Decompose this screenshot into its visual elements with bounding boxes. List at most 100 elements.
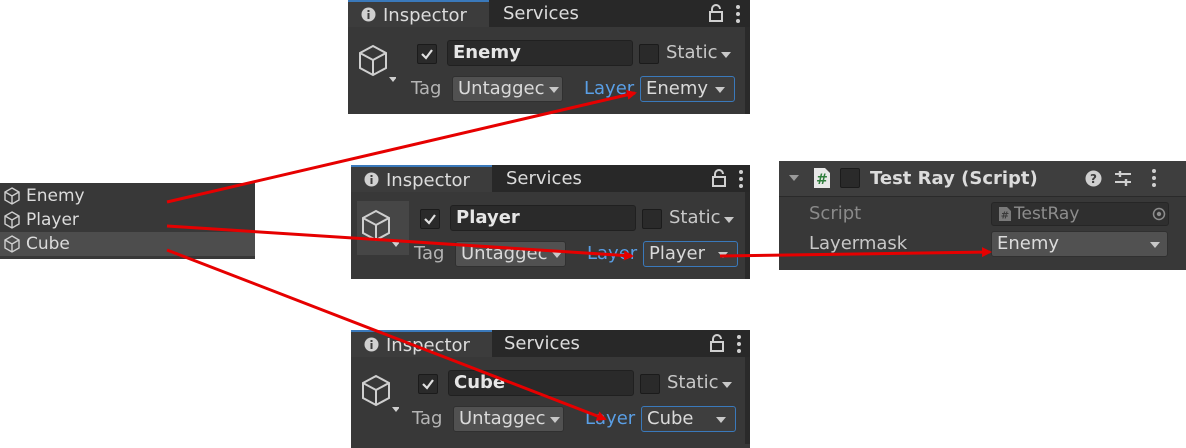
script-reference-field[interactable]: # TestRay xyxy=(991,202,1169,226)
tag-label: Tag xyxy=(411,78,442,99)
hierarchy-item-player[interactable]: Player xyxy=(0,208,255,232)
script-component-panel: # Test Ray (Script) ? Script # TestRay L… xyxy=(779,161,1186,270)
layer-label: Layer xyxy=(587,243,638,264)
static-dropdown-arrow-icon[interactable] xyxy=(724,217,734,223)
layer-label: Layer xyxy=(585,408,636,429)
checkmark-icon xyxy=(421,49,433,60)
lock-icon[interactable] xyxy=(711,169,727,187)
lock-icon[interactable] xyxy=(708,4,724,22)
chevron-down-icon xyxy=(715,87,725,93)
lock-icon[interactable] xyxy=(709,334,725,352)
static-label: Static xyxy=(667,372,719,393)
info-icon xyxy=(364,172,379,187)
script-hash-icon: # xyxy=(999,207,1011,222)
kebab-menu-icon[interactable] xyxy=(738,170,744,188)
layermask-label: Layermask xyxy=(809,233,908,254)
active-checkbox[interactable] xyxy=(417,44,437,64)
info-icon xyxy=(364,337,379,352)
inspector-tab-bar: Inspector Services xyxy=(351,165,750,192)
tag-label: Tag xyxy=(412,408,443,429)
hierarchy-item-label: Player xyxy=(26,210,79,230)
chevron-down-icon xyxy=(550,417,560,423)
gameobject-cube-icon[interactable] xyxy=(359,205,399,249)
tab-inspector[interactable]: Inspector xyxy=(351,330,492,357)
chevron-down-icon xyxy=(549,87,559,93)
static-checkbox[interactable] xyxy=(640,374,660,394)
active-checkbox[interactable] xyxy=(420,209,440,229)
tab-inspector-label: Inspector xyxy=(386,170,470,191)
tag-dropdown-value: Untaggec xyxy=(458,78,545,99)
preset-settings-icon[interactable] xyxy=(1114,170,1132,187)
svg-text:#: # xyxy=(1001,211,1009,222)
hierarchy-panel: Enemy Player Cube xyxy=(0,183,255,259)
tab-services[interactable]: Services xyxy=(506,168,582,189)
static-label: Static xyxy=(666,42,718,63)
layer-dropdown-value: Player xyxy=(649,243,706,264)
layer-dropdown-value: Cube xyxy=(647,408,694,429)
scrollbar[interactable] xyxy=(745,357,750,444)
hierarchy-item-enemy[interactable]: Enemy xyxy=(0,184,255,208)
layer-label: Layer xyxy=(584,78,635,99)
chevron-down-icon xyxy=(716,417,726,423)
gameobject-cube-icon xyxy=(4,235,20,253)
chevron-down-icon xyxy=(1150,242,1160,248)
layermask-dropdown-value: Enemy xyxy=(997,233,1060,254)
inspector-tab-bar: Inspector Services xyxy=(348,0,750,27)
layer-dropdown[interactable]: Player xyxy=(643,241,738,267)
active-checkbox[interactable] xyxy=(418,374,438,394)
chevron-down-icon xyxy=(552,252,562,258)
gameobject-cube-icon xyxy=(359,44,396,82)
static-dropdown-arrow-icon[interactable] xyxy=(722,382,732,388)
kebab-menu-icon[interactable] xyxy=(736,335,742,353)
object-picker-icon[interactable] xyxy=(1152,207,1166,221)
component-header[interactable]: # Test Ray (Script) ? xyxy=(779,161,1186,197)
object-name-field[interactable]: Player xyxy=(450,205,636,231)
info-icon xyxy=(361,7,376,22)
hierarchy-item-label: Enemy xyxy=(26,186,85,206)
script-field-label: Script xyxy=(809,203,862,224)
hierarchy-item-cube[interactable]: Cube xyxy=(0,232,255,256)
kebab-menu-icon[interactable] xyxy=(1151,169,1157,187)
layer-dropdown[interactable]: Cube xyxy=(641,406,736,432)
inspector-tab-bar: Inspector Services xyxy=(351,330,750,357)
tab-services[interactable]: Services xyxy=(504,333,580,354)
layermask-dropdown[interactable]: Enemy xyxy=(991,231,1168,257)
kebab-menu-icon[interactable] xyxy=(735,5,741,23)
tab-services[interactable]: Services xyxy=(503,3,579,24)
inspector-panel-player: Inspector Services Player Static Tag Unt… xyxy=(351,165,750,279)
gameobject-cube-icon xyxy=(362,374,399,412)
gameobject-cube-icon xyxy=(4,211,20,229)
object-name-field[interactable]: Cube xyxy=(448,370,634,396)
checkmark-icon xyxy=(422,379,434,390)
tag-dropdown[interactable]: Untaggec xyxy=(455,241,566,267)
tag-dropdown[interactable]: Untaggec xyxy=(452,76,563,102)
foldout-arrow-icon[interactable] xyxy=(789,175,799,181)
checkmark-icon xyxy=(424,214,436,225)
static-dropdown-arrow-icon[interactable] xyxy=(721,52,731,58)
static-checkbox[interactable] xyxy=(642,209,662,229)
chevron-down-icon xyxy=(718,252,728,258)
static-checkbox[interactable] xyxy=(639,44,659,64)
tag-label: Tag xyxy=(414,243,445,264)
svg-text:?: ? xyxy=(1090,172,1097,186)
tab-inspector[interactable]: Inspector xyxy=(351,165,492,192)
script-hash-icon: # xyxy=(814,168,830,188)
scrollbar[interactable] xyxy=(745,192,750,279)
svg-text:#: # xyxy=(816,172,828,188)
scrollbar[interactable] xyxy=(745,27,750,114)
tag-dropdown-value: Untaggec xyxy=(459,408,546,429)
script-reference-value: TestRay xyxy=(1014,204,1080,224)
inspector-panel-cube: Inspector Services Cube Static Tag Untag… xyxy=(351,330,750,448)
tab-inspector-label: Inspector xyxy=(386,335,470,356)
tag-dropdown-value: Untaggec xyxy=(461,243,548,264)
layer-dropdown[interactable]: Enemy xyxy=(640,76,735,102)
hierarchy-item-label: Cube xyxy=(26,234,70,254)
layer-dropdown-value: Enemy xyxy=(646,78,709,99)
help-icon[interactable]: ? xyxy=(1085,170,1102,187)
tag-dropdown[interactable]: Untaggec xyxy=(453,406,564,432)
inspector-panel-enemy: Inspector Services Enemy Static Tag Unta… xyxy=(348,0,750,114)
component-enabled-checkbox[interactable] xyxy=(840,168,860,188)
object-name-field[interactable]: Enemy xyxy=(447,40,633,66)
tab-inspector[interactable]: Inspector xyxy=(348,0,489,27)
static-label: Static xyxy=(669,207,721,228)
